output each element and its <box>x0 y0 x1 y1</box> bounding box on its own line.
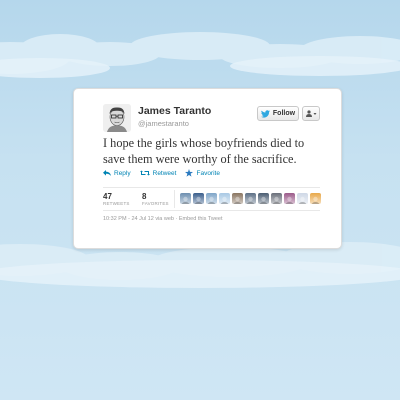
retweets-label: RETWEETS <box>103 201 130 206</box>
favoriter-avatar[interactable] <box>245 193 256 204</box>
stats-divider-bottom <box>103 210 320 211</box>
stats-separator <box>174 190 175 208</box>
favoriter-avatar[interactable] <box>180 193 191 204</box>
favoriter-avatar[interactable] <box>297 193 308 204</box>
reply-icon <box>103 170 111 176</box>
embed-tweet-link[interactable]: Embed this Tweet <box>179 216 223 222</box>
favorites-count: 8 <box>142 192 147 201</box>
stats-divider-top <box>103 187 320 188</box>
retweets-count: 47 <box>103 192 112 201</box>
favoriter-avatar[interactable] <box>310 193 321 204</box>
favorite-label: Favorite <box>196 169 220 177</box>
tweet-text: I hope the girls whose boyfriends died t… <box>103 136 305 166</box>
author-handle[interactable]: @jamestaranto <box>138 119 189 128</box>
tweet-time[interactable]: 10:32 PM <box>103 216 127 222</box>
favoriters-avatars <box>180 193 321 204</box>
author-name[interactable]: James Taranto <box>138 105 211 117</box>
follow-button[interactable]: Follow <box>257 106 299 121</box>
tweet-meta: 10:32 PM - 24 Jul 12 via web · Embed thi… <box>103 216 223 222</box>
retweet-action[interactable]: Retweet <box>139 169 177 177</box>
retweets-stat[interactable]: 47 RETWEETS <box>103 192 130 207</box>
tweet-via: via web <box>155 216 174 222</box>
favoriter-avatar[interactable] <box>232 193 243 204</box>
favoriter-avatar[interactable] <box>193 193 204 204</box>
reply-label: Reply <box>114 169 131 177</box>
follow-label: Follow <box>272 110 296 117</box>
star-icon <box>185 169 194 177</box>
favoriter-avatar[interactable] <box>206 193 217 204</box>
embedded-tweet-card: James Taranto @jamestaranto Follow I hop… <box>73 88 342 249</box>
tweet-date[interactable]: 24 Jul 12 <box>131 216 153 222</box>
retweet-label: Retweet <box>152 169 177 177</box>
user-actions-dropdown[interactable] <box>302 106 320 121</box>
favoriter-avatar[interactable] <box>258 193 269 204</box>
favorite-action[interactable]: Favorite <box>185 169 220 177</box>
author-avatar[interactable] <box>103 104 131 132</box>
favoriter-avatar[interactable] <box>219 193 230 204</box>
favoriter-avatar[interactable] <box>271 193 282 204</box>
user-dropdown-icon <box>305 110 316 117</box>
tweet-actions: Reply Retweet Favorite <box>103 169 220 177</box>
bird-icon <box>260 109 270 118</box>
favorites-label: FAVORITES <box>142 201 169 206</box>
reply-action[interactable]: Reply <box>103 169 131 177</box>
favoriter-avatar[interactable] <box>284 193 295 204</box>
favorites-stat[interactable]: 8 FAVORITES <box>142 192 169 207</box>
retweet-icon <box>139 170 150 176</box>
